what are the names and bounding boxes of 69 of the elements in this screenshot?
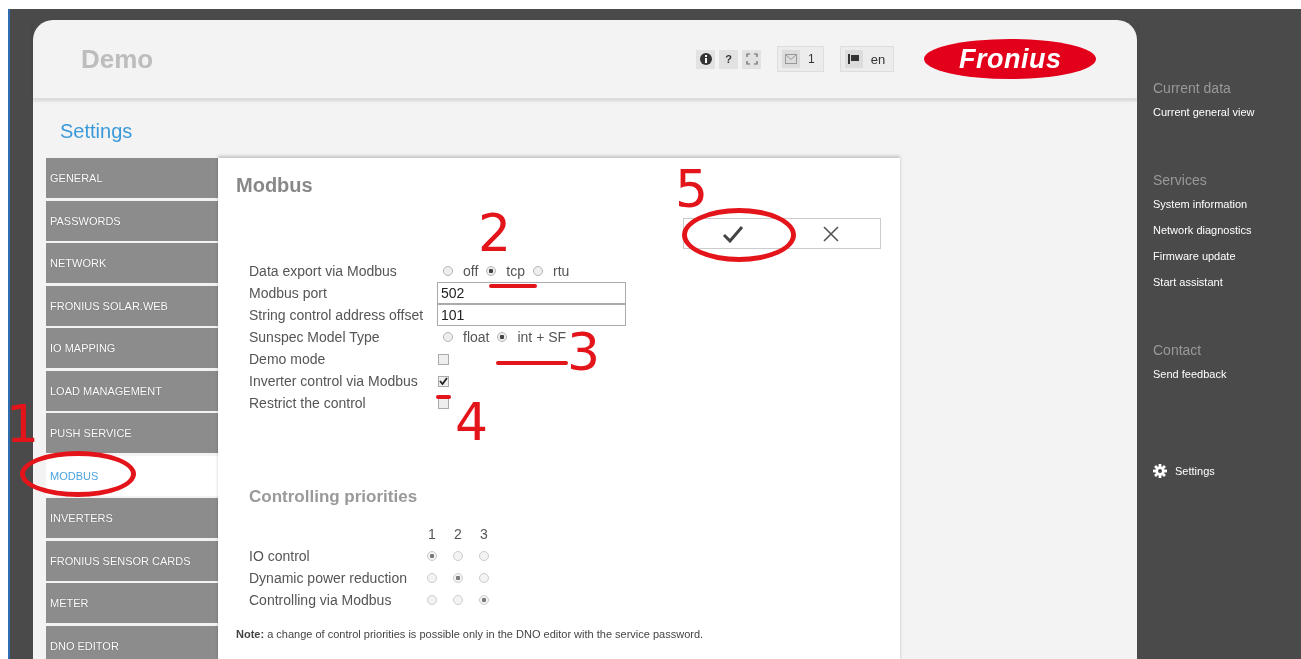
annotation-number: 2 [478, 207, 512, 259]
annotation-number: 4 [455, 396, 489, 448]
radio-button[interactable] [453, 573, 463, 583]
radio-button[interactable] [533, 266, 543, 276]
field-label: Restrict the control [249, 395, 367, 411]
info-button[interactable] [696, 49, 715, 69]
radio-button[interactable] [497, 332, 508, 342]
option-label: rtu [553, 263, 570, 279]
radio-button[interactable] [453, 595, 463, 605]
field-label: Data export via Modbus [249, 263, 398, 279]
checkbox[interactable] [438, 397, 449, 409]
language-button[interactable]: en [839, 46, 895, 72]
radio-button[interactable] [479, 573, 489, 583]
section-heading: Current data [1153, 80, 1232, 96]
mail-icon [782, 50, 800, 68]
logo: Fronius [924, 39, 1097, 79]
section-heading: Contact [1153, 342, 1203, 358]
field-label: Sunspec Model Type [249, 329, 381, 345]
field-label: String control address offset [249, 307, 425, 323]
field-label: Demo mode [249, 351, 327, 367]
help-button[interactable]: ? [719, 49, 738, 69]
row-label: Controlling via Modbus [249, 592, 393, 608]
close-icon [822, 224, 840, 243]
field-label: Modbus port [249, 285, 328, 301]
sidebar-link[interactable]: Network diagnostics [1153, 224, 1255, 250]
column-heading: 1 [427, 526, 437, 542]
radio-button[interactable] [453, 551, 463, 561]
checkbox[interactable] [438, 353, 449, 365]
sidebar-link[interactable]: Current general view [1153, 106, 1255, 132]
page-title: Settings [60, 119, 134, 144]
option-label: int + SF [517, 329, 567, 345]
annotation-underline [489, 284, 537, 288]
radio-button[interactable] [443, 332, 453, 342]
checkbox[interactable] [438, 375, 449, 387]
field-label: Inverter control via Modbus [249, 373, 419, 389]
note-text: Note: a change of control priorities is possible only in the DNO editor with the service password. [236, 628, 705, 640]
radio-button[interactable] [427, 573, 437, 583]
annotation-number: 3 [567, 326, 601, 378]
option-label: tcp [506, 263, 525, 279]
annotation-underline [436, 395, 451, 399]
radio-button[interactable] [427, 595, 437, 605]
flag-icon [844, 50, 863, 68]
row-label: Dynamic power reduction [249, 570, 408, 586]
section-heading: Services [1153, 172, 1208, 188]
annotation-underline [496, 361, 568, 365]
fullscreen-button[interactable] [742, 49, 761, 69]
input-field[interactable]: 502 [437, 282, 626, 304]
row-label: IO control [249, 548, 311, 564]
sidebar-link[interactable]: Firmware update [1153, 250, 1255, 276]
section-title: Controlling priorities [249, 487, 419, 507]
radio-button[interactable] [479, 551, 489, 561]
annotation-number: 5 [675, 163, 709, 215]
radio-button[interactable] [427, 551, 437, 561]
settings-link[interactable]: Settings [1153, 464, 1255, 478]
option-label: float [463, 329, 490, 345]
sidebar-link[interactable]: Send feedback [1153, 368, 1255, 394]
column-heading: 2 [453, 526, 463, 542]
input-field[interactable]: 101 [437, 304, 626, 326]
option-label: off [463, 263, 479, 279]
radio-button[interactable] [479, 595, 489, 605]
radio-button[interactable] [486, 266, 497, 276]
messages-button[interactable]: 1 [777, 46, 824, 72]
panel-title: Modbus [236, 174, 313, 197]
checkmark-icon [722, 224, 744, 243]
radio-button[interactable] [443, 266, 453, 276]
gear-icon [1153, 464, 1167, 478]
sidebar-link[interactable]: Start assistant [1153, 276, 1255, 302]
column-heading: 3 [479, 526, 489, 542]
sidebar-link[interactable]: System information [1153, 198, 1255, 224]
